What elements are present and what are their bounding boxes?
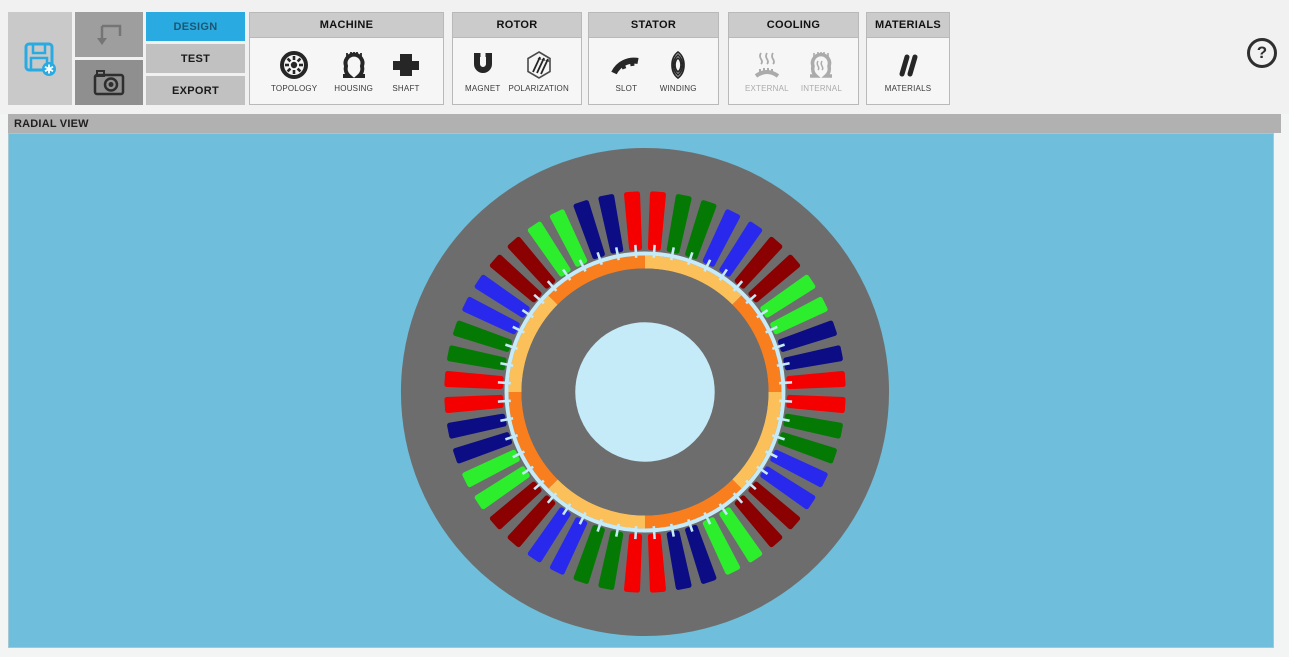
- materials-button[interactable]: MATERIALS: [885, 49, 932, 93]
- winding-label: WINDING: [660, 84, 697, 93]
- slot-opening: [498, 382, 511, 383]
- motor-cross-section: [9, 134, 1273, 647]
- group-stator: STATOR SLOT: [588, 12, 719, 105]
- winding-slot: [789, 374, 843, 387]
- shaft-button[interactable]: SHAFT: [390, 49, 422, 93]
- internal-cooling-button[interactable]: INTERNAL: [801, 49, 842, 93]
- group-stator-title: STATOR: [589, 13, 718, 38]
- polarization-button[interactable]: POLARIZATION: [508, 49, 568, 93]
- magnet-button[interactable]: MAGNET: [465, 49, 500, 93]
- external-cooling-button[interactable]: EXTERNAL: [745, 49, 789, 93]
- slot-opening: [654, 526, 655, 539]
- winding-slot: [627, 194, 640, 248]
- camera-icon: [89, 66, 129, 100]
- slot-button[interactable]: SLOT: [610, 49, 642, 93]
- group-rotor: ROTOR MAGNET: [452, 12, 582, 105]
- group-cooling-title: COOLING: [729, 13, 858, 38]
- winding-icon: [662, 49, 694, 81]
- winding-slot: [627, 536, 640, 590]
- group-machine-title: MACHINE: [250, 13, 443, 38]
- winding-button[interactable]: WINDING: [660, 49, 697, 93]
- slot-opening: [779, 382, 792, 383]
- radial-view-canvas: [8, 133, 1274, 648]
- slot-opening: [498, 401, 511, 402]
- save-icon: [18, 37, 62, 81]
- view-title-bar: RADIAL VIEW: [8, 114, 1281, 133]
- housing-icon: [338, 49, 370, 81]
- tab-design[interactable]: DESIGN: [146, 12, 245, 41]
- slot-opening: [635, 526, 636, 539]
- topology-button[interactable]: TOPOLOGY: [271, 49, 317, 93]
- winding-slot: [789, 397, 843, 410]
- polarization-icon: [523, 49, 555, 81]
- help-icon: ?: [1257, 43, 1267, 63]
- topology-label: TOPOLOGY: [271, 84, 317, 93]
- internal-cooling-icon: [805, 49, 837, 81]
- group-materials-title: MATERIALS: [867, 13, 949, 38]
- internal-cooling-label: INTERNAL: [801, 84, 842, 93]
- group-materials: MATERIALS MATERIALS: [866, 12, 950, 105]
- shaft-icon: [390, 49, 422, 81]
- polarization-label: POLARIZATION: [508, 84, 568, 93]
- slot-label: SLOT: [615, 84, 637, 93]
- housing-label: HOUSING: [334, 84, 373, 93]
- app-window: DESIGN TEST EXPORT MACHINE: [0, 0, 1289, 657]
- housing-button[interactable]: HOUSING: [334, 49, 373, 93]
- materials-label: MATERIALS: [885, 84, 932, 93]
- shaft-label: SHAFT: [392, 84, 419, 93]
- winding-slot: [650, 194, 663, 248]
- materials-icon: [892, 49, 924, 81]
- slot-opening: [635, 245, 636, 258]
- winding-slot: [650, 536, 663, 590]
- group-cooling: COOLING EXTE: [728, 12, 859, 105]
- topology-icon: [278, 49, 310, 81]
- tab-test[interactable]: TEST: [146, 44, 245, 73]
- slot-opening: [779, 401, 792, 402]
- down-arrow-icon: [89, 18, 129, 52]
- group-machine: MACHINE TOPOLOGY: [249, 12, 444, 105]
- slot-icon: [610, 49, 642, 81]
- help-button[interactable]: ?: [1247, 38, 1277, 68]
- shaft-bore: [575, 322, 714, 461]
- slot-opening: [654, 245, 655, 258]
- magnet-label: MAGNET: [465, 84, 500, 93]
- magnet-icon: [467, 49, 499, 81]
- save-button[interactable]: [8, 12, 72, 105]
- view-title: RADIAL VIEW: [14, 118, 89, 130]
- import-arrow-button[interactable]: [75, 12, 143, 57]
- winding-slot: [447, 397, 501, 410]
- mode-tabs: DESIGN TEST EXPORT: [146, 12, 245, 105]
- group-rotor-title: ROTOR: [453, 13, 581, 38]
- winding-slot: [447, 374, 501, 387]
- screenshot-button[interactable]: [75, 60, 143, 105]
- toolbar: DESIGN TEST EXPORT MACHINE: [0, 0, 1289, 114]
- external-cooling-icon: [751, 49, 783, 81]
- tab-export[interactable]: EXPORT: [146, 76, 245, 105]
- external-cooling-label: EXTERNAL: [745, 84, 789, 93]
